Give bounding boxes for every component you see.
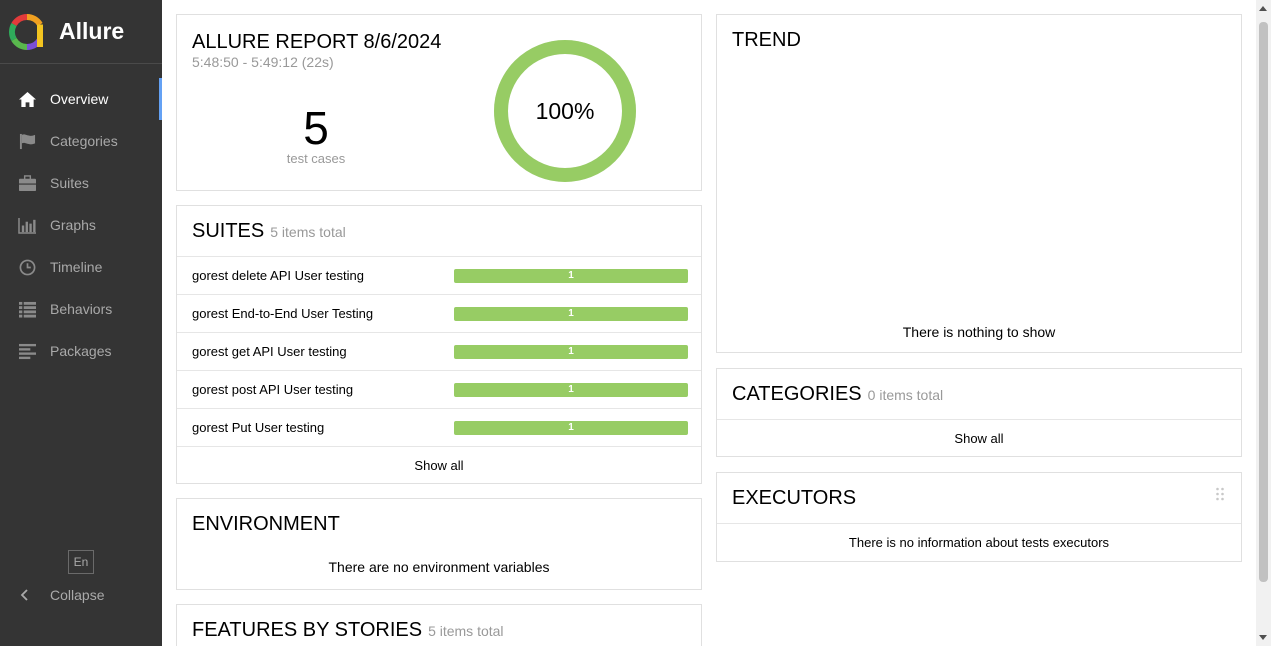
- page-scrollbar[interactable]: [1256, 0, 1271, 646]
- categories-count: 0 items total: [867, 387, 944, 403]
- sidebar-item-graphs[interactable]: Graphs: [0, 204, 162, 246]
- list-icon: [17, 300, 37, 318]
- sidebar-item-label: Packages: [50, 343, 112, 359]
- executors-widget: EXECUTORS There is no information about …: [716, 472, 1242, 562]
- sidebar-item-label: Categories: [50, 133, 118, 149]
- sidebar-nav: Overview Categories Suites Graphs Timeli…: [0, 78, 162, 372]
- suite-name: gorest Put User testing: [192, 420, 325, 435]
- environment-header: ENVIRONMENT: [177, 499, 701, 539]
- trend-title: TREND: [732, 29, 801, 51]
- suite-name: gorest post API User testing: [192, 382, 354, 397]
- bar-chart-icon: [17, 216, 37, 234]
- sidebar-item-label: Behaviors: [50, 301, 113, 317]
- chevron-left-icon: [20, 589, 28, 601]
- scroll-up-arrow-icon[interactable]: [1259, 6, 1267, 11]
- categories-header: CATEGORIES 0 items total: [717, 369, 1241, 419]
- suite-name: gorest delete API User testing: [192, 268, 364, 283]
- environment-empty-text: There are no environment variables: [328, 559, 550, 575]
- suites-widget: SUITES 5 items total gorest delete API U…: [176, 205, 702, 484]
- allure-logo-icon: [9, 13, 43, 50]
- suite-row[interactable]: gorest post API User testing 1: [177, 370, 701, 408]
- clock-icon: [17, 258, 37, 276]
- suite-passed-bar: 1: [454, 382, 688, 397]
- report-title: ALLURE REPORT 8/6/2024: [192, 31, 442, 53]
- sidebar-item-label: Overview: [50, 91, 109, 107]
- environment-widget: ENVIRONMENT There are no environment var…: [176, 498, 702, 590]
- drag-handle-icon[interactable]: [1215, 487, 1225, 501]
- trend-header: TREND: [717, 15, 1241, 65]
- suite-row[interactable]: gorest Put User testing 1: [177, 408, 701, 446]
- trend-empty-text: There is nothing to show: [902, 324, 1056, 340]
- suite-name: gorest get API User testing: [192, 344, 347, 359]
- categories-title: CATEGORIES: [732, 383, 862, 405]
- home-icon: [17, 90, 37, 108]
- scroll-down-arrow-icon[interactable]: [1259, 635, 1267, 640]
- success-rate-text: 100%: [536, 98, 595, 124]
- categories-show-all-button[interactable]: Show all: [717, 419, 1241, 456]
- sidebar-item-overview[interactable]: Overview: [0, 78, 162, 120]
- executors-empty-text: There is no information about tests exec…: [717, 523, 1241, 561]
- features-header: FEATURES BY STORIES 5 items total: [177, 605, 701, 646]
- success-rate-donut: 100%: [494, 40, 636, 182]
- suite-row[interactable]: gorest End-to-End User Testing 1: [177, 294, 701, 332]
- executors-title: EXECUTORS: [732, 487, 857, 509]
- suites-count: 5 items total: [270, 224, 346, 240]
- features-title: FEATURES BY STORIES: [192, 619, 423, 641]
- suites-show-all-button[interactable]: Show all: [177, 446, 701, 483]
- suite-row[interactable]: gorest get API User testing 1: [177, 332, 701, 370]
- test-case-count-label: test cases: [286, 151, 346, 166]
- collapse-button[interactable]: Collapse: [17, 584, 104, 606]
- trend-widget: TREND There is nothing to show: [716, 14, 1242, 353]
- suites-title: SUITES: [192, 220, 265, 242]
- suite-passed-bar: 1: [454, 268, 688, 283]
- sidebar-item-timeline[interactable]: Timeline: [0, 246, 162, 288]
- suites-header: SUITES 5 items total: [177, 206, 701, 256]
- align-left-icon: [17, 342, 37, 360]
- sidebar-item-behaviors[interactable]: Behaviors: [0, 288, 162, 330]
- briefcase-icon: [17, 174, 37, 192]
- sidebar-item-packages[interactable]: Packages: [0, 330, 162, 372]
- collapse-label: Collapse: [50, 587, 105, 603]
- report-time-range: 5:48:50 - 5:49:12 (22s): [192, 54, 334, 70]
- suite-row[interactable]: gorest delete API User testing 1: [177, 256, 701, 294]
- features-count: 5 items total: [428, 623, 504, 639]
- brand[interactable]: Allure: [0, 0, 162, 64]
- suite-passed-bar: 1: [454, 420, 688, 435]
- sidebar: Allure Overview Categories Suites Graphs: [0, 0, 162, 646]
- features-widget: FEATURES BY STORIES 5 items total: [176, 604, 702, 646]
- suite-passed-bar: 1: [454, 306, 688, 321]
- executors-header: EXECUTORS: [717, 473, 1241, 523]
- categories-widget: CATEGORIES 0 items total Show all: [716, 368, 1242, 457]
- scrollbar-thumb[interactable]: [1259, 22, 1268, 582]
- flag-icon: [17, 132, 37, 150]
- sidebar-item-categories[interactable]: Categories: [0, 120, 162, 162]
- summary-widget: ALLURE REPORT 8/6/2024 5:48:50 - 5:49:12…: [176, 14, 702, 191]
- sidebar-item-label: Suites: [50, 175, 89, 191]
- suite-passed-bar: 1: [454, 344, 688, 359]
- sidebar-item-label: Timeline: [50, 259, 103, 275]
- environment-title: ENVIRONMENT: [192, 513, 340, 535]
- sidebar-item-label: Graphs: [50, 217, 96, 233]
- suite-name: gorest End-to-End User Testing: [192, 306, 374, 321]
- test-case-count: 5: [303, 102, 329, 154]
- sidebar-item-suites[interactable]: Suites: [0, 162, 162, 204]
- app-name: Allure: [59, 18, 125, 44]
- language-button[interactable]: En: [68, 550, 94, 574]
